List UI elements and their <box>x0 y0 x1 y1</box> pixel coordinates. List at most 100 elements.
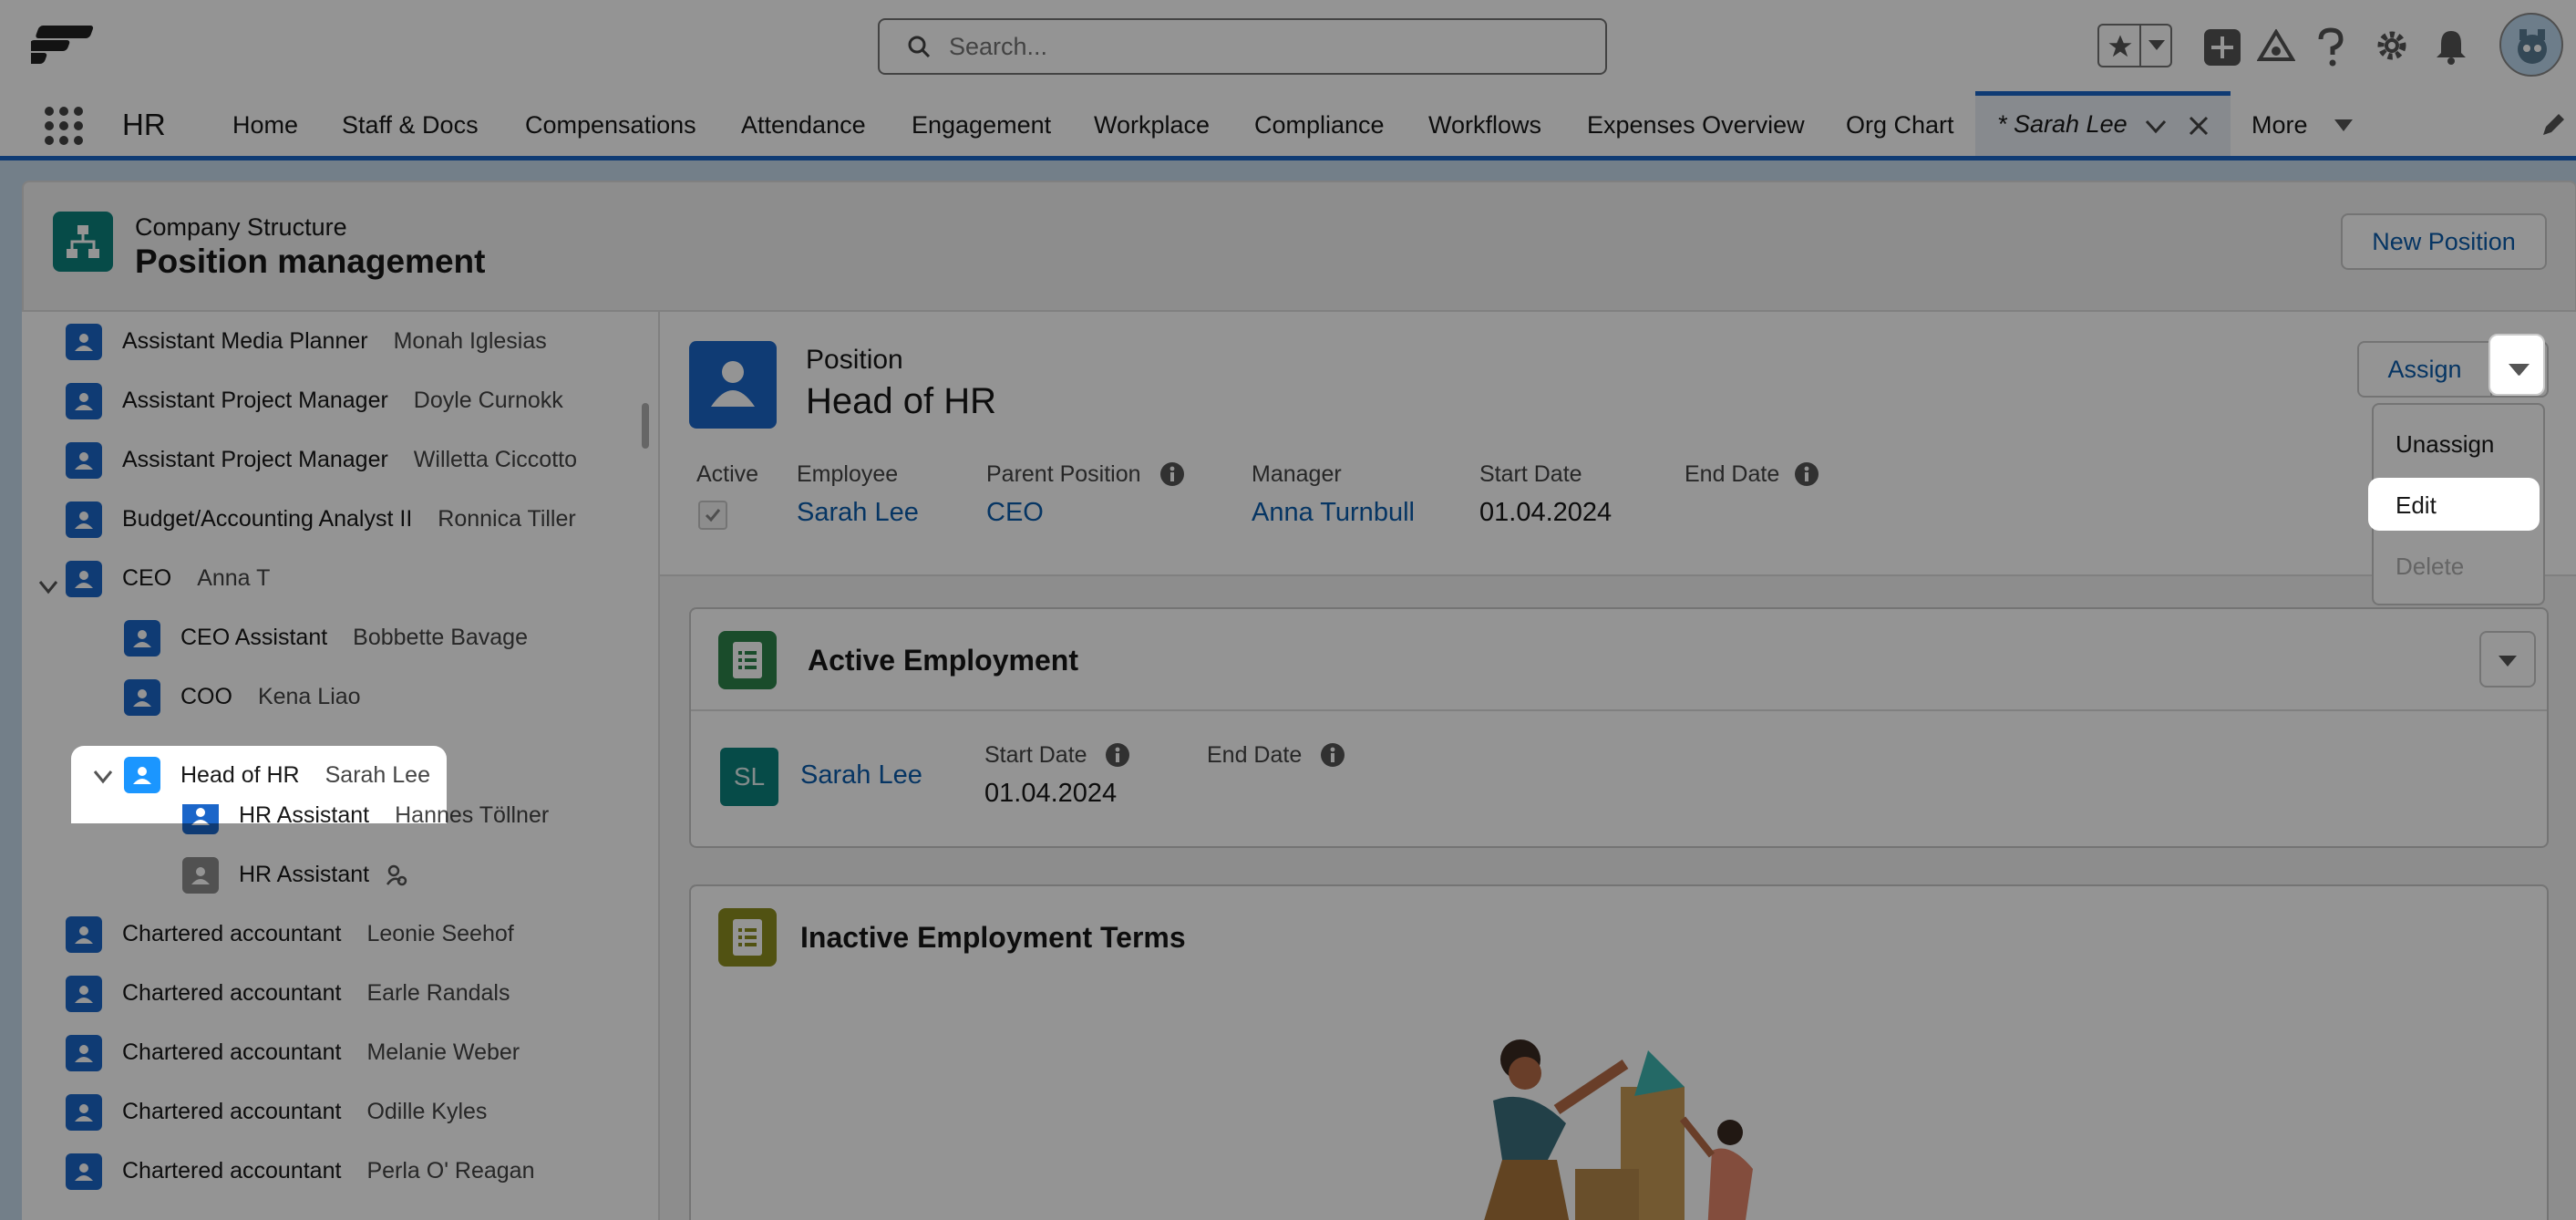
tab-workflows[interactable]: Workflows <box>1428 111 1541 140</box>
tree-row[interactable]: Chartered accountant Earle Randals <box>66 964 510 1023</box>
menu-item-edit[interactable]: Edit <box>2368 478 2540 531</box>
tree-row[interactable]: Chartered accountant Perla O' Reagan <box>66 1142 534 1201</box>
position-title: Chartered accountant <box>122 1158 342 1184</box>
tab-staff-docs[interactable]: Staff & Docs <box>342 111 479 140</box>
position-title: Assistant Project Manager <box>122 447 388 472</box>
chevron-down-icon[interactable] <box>2145 119 2167 134</box>
tree-row[interactable]: Assistant Project Manager Doyle Curnokk <box>66 371 563 430</box>
page-subtitle: Company Structure <box>135 213 347 241</box>
employee-name: Melanie Weber <box>366 1039 520 1065</box>
employee-name: Leonie Seehof <box>366 921 514 946</box>
bell-icon[interactable] <box>2434 27 2468 66</box>
card-menu-button[interactable] <box>2479 631 2536 688</box>
tree-row-selected[interactable]: Head of HR Sarah Lee <box>71 746 447 804</box>
tree-row[interactable]: Chartered accountant Melanie Weber <box>66 1023 520 1082</box>
employee-name: Hannes Töllner <box>395 802 550 828</box>
tab-home[interactable]: Home <box>232 111 298 140</box>
empty-state-illustration <box>1484 1039 1753 1220</box>
gear-icon[interactable] <box>2374 27 2410 64</box>
close-icon[interactable] <box>2189 116 2209 136</box>
tree-row[interactable]: Assistant Media Planner Monah Iglesias <box>66 312 547 371</box>
card-title: Active Employment <box>808 644 1078 677</box>
avatar[interactable] <box>2499 13 2563 77</box>
info-icon[interactable] <box>1159 461 1185 487</box>
position-detail: Position Head of HR Active Employee Sara… <box>660 312 2576 1220</box>
tree-row[interactable]: CEO Assistant Bobbette Bavage <box>124 608 528 667</box>
position-title: Budget/Accounting Analyst II <box>122 506 413 532</box>
star-icon <box>2108 35 2132 57</box>
tab-compensations[interactable]: Compensations <box>525 111 696 140</box>
favorites-button[interactable] <box>2097 24 2172 67</box>
tab-compliance[interactable]: Compliance <box>1254 111 1385 140</box>
employee-name: Sarah Lee <box>325 761 430 788</box>
employee-link[interactable]: Sarah Lee <box>797 498 919 528</box>
manager-label: Manager <box>1252 461 1342 487</box>
position-avatar-icon <box>689 341 777 429</box>
help-icon[interactable] <box>2315 27 2346 67</box>
checkmark-icon <box>705 509 721 522</box>
info-icon[interactable] <box>1320 742 1345 768</box>
position-title: Head of HR <box>180 761 300 788</box>
tree-row-vacant[interactable]: HR Assistant <box>182 845 407 905</box>
tree-row[interactable]: CEO Anna T <box>66 549 270 608</box>
tab-org-chart[interactable]: Org Chart <box>1846 111 1954 140</box>
employee-name: Ronnica Tiller <box>438 506 576 532</box>
document-icon <box>718 908 777 967</box>
user-icon <box>124 678 160 716</box>
start-date-label: Start Date <box>1479 461 1582 487</box>
employee-name: Doyle Curnokk <box>413 388 563 413</box>
menu-item-delete: Delete <box>2396 553 2465 580</box>
tree-row[interactable]: Chartered accountant Leonie Seehof <box>66 905 514 964</box>
page-header: Company Structure Position management Ne… <box>22 181 2576 312</box>
tab-attendance[interactable]: Attendance <box>741 111 866 140</box>
new-position-button[interactable]: New Position <box>2341 213 2547 270</box>
position-title: HR Assistant <box>239 802 370 828</box>
app-navigation: HR Home Staff & Docs Compensations Atten… <box>0 91 2576 160</box>
card-title: Inactive Employment Terms <box>800 921 1186 954</box>
tab-engagement[interactable]: Engagement <box>912 111 1051 140</box>
employee-link[interactable]: Sarah Lee <box>800 760 922 791</box>
info-icon[interactable] <box>1105 742 1130 768</box>
more-menu[interactable]: More <box>2251 111 2308 140</box>
tab-sarah-lee[interactable]: * Sarah Lee <box>1975 91 2231 156</box>
tree-row[interactable]: Assistant Project Manager Willetta Ciccot… <box>66 430 577 490</box>
active-checkbox <box>698 501 727 530</box>
employee-name: Anna T <box>197 565 271 591</box>
document-icon <box>718 631 777 689</box>
chevron-down-icon[interactable] <box>93 770 113 784</box>
search-icon <box>908 36 931 58</box>
assign-user-icon[interactable] <box>386 864 407 886</box>
app-launcher-icon[interactable] <box>44 106 84 146</box>
tree-row[interactable]: Chartered accountant Odille Kyles <box>66 1082 487 1142</box>
user-icon <box>124 619 160 657</box>
tree-row[interactable]: COO Kena Liao <box>124 667 361 727</box>
chevron-down-icon[interactable] <box>38 580 58 594</box>
position-title: CEO Assistant <box>180 625 328 650</box>
manager-link[interactable]: Anna Turnbull <box>1252 498 1415 528</box>
tab-workplace[interactable]: Workplace <box>1094 111 1210 140</box>
parent-position-link[interactable]: CEO <box>986 498 1044 528</box>
menu-item-unassign[interactable]: Unassign <box>2396 430 2494 459</box>
employee-name: Willetta Ciccotto <box>413 447 578 472</box>
user-icon <box>66 975 102 1012</box>
app-logo <box>31 26 94 64</box>
user-icon <box>66 1034 102 1071</box>
tab-expenses-overview[interactable]: Expenses Overview <box>1587 111 1805 140</box>
trailhead-icon[interactable] <box>2257 29 2295 66</box>
add-icon[interactable] <box>2204 29 2241 66</box>
position-title: Assistant Project Manager <box>122 388 388 413</box>
caret-down-icon[interactable] <box>2334 119 2354 133</box>
position-title: Chartered accountant <box>122 921 342 946</box>
tree-row[interactable]: Budget/Accounting Analyst II Ronnica Till… <box>66 490 576 549</box>
position-label: Position <box>806 345 903 375</box>
user-icon <box>66 1093 102 1131</box>
parent-position-label: Parent Position <box>986 461 1141 487</box>
pencil-icon[interactable] <box>2540 113 2565 139</box>
info-icon[interactable] <box>1794 461 1819 487</box>
user-icon <box>182 856 219 894</box>
search-input[interactable]: Search... <box>878 18 1607 75</box>
assign-button[interactable]: Assign <box>2357 341 2492 398</box>
app-name: HR <box>122 108 166 141</box>
tree-scrollbar[interactable] <box>642 403 649 449</box>
search-placeholder: Search... <box>949 32 1048 60</box>
